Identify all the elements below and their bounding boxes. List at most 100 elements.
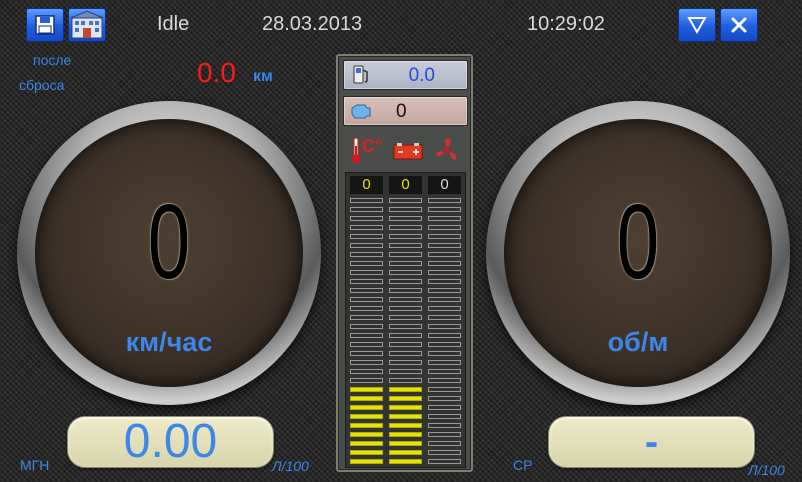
speed-value: 0 bbox=[147, 183, 191, 301]
temperature-bar-segment bbox=[350, 324, 383, 329]
fan-bar-segment bbox=[428, 216, 461, 221]
fan-bar-segment bbox=[428, 279, 461, 284]
center-panel: 0.0 0 C° 0 0 0 bbox=[336, 54, 473, 472]
fan-bar-segment bbox=[428, 270, 461, 275]
temperature-bar-segment bbox=[350, 306, 383, 311]
building-icon bbox=[70, 10, 104, 39]
dropdown-button[interactable] bbox=[678, 8, 716, 42]
fan-bar-segment bbox=[428, 369, 461, 374]
engine-icon bbox=[351, 104, 371, 119]
battery-bar-segment bbox=[389, 306, 422, 311]
fan-bar-segment bbox=[428, 441, 461, 446]
temperature-bar-segment bbox=[350, 459, 383, 464]
instant-consumption-unit: Л/100 bbox=[272, 458, 309, 474]
trip-label-line2: сброса bbox=[19, 77, 65, 93]
temperature-bar-segment bbox=[350, 423, 383, 428]
fan-bar-segment bbox=[428, 342, 461, 347]
fan-bar-segment bbox=[428, 351, 461, 356]
battery-bar-segment bbox=[389, 351, 422, 356]
rpm-value: 0 bbox=[616, 183, 660, 301]
battery-bar-segment bbox=[389, 324, 422, 329]
rpm-gauge: 0 об/м bbox=[486, 101, 790, 405]
battery-bar-value: 0 bbox=[389, 176, 422, 194]
fan-bar-segment bbox=[428, 306, 461, 311]
battery-bar-segment bbox=[389, 387, 422, 392]
battery-bar-segment bbox=[389, 441, 422, 446]
instant-consumption-value: 0.00 bbox=[123, 415, 218, 468]
temperature-bar-segment bbox=[350, 378, 383, 383]
temperature-bar-segment bbox=[350, 405, 383, 410]
battery-bar-segment bbox=[389, 216, 422, 221]
fan-bar-segment bbox=[428, 414, 461, 419]
fan-bar-segment bbox=[428, 396, 461, 401]
battery-bar-segment bbox=[389, 360, 422, 365]
temperature-bar-segment bbox=[350, 432, 383, 437]
battery-bar-segment bbox=[389, 279, 422, 284]
fan-bar-segment bbox=[428, 378, 461, 383]
battery-bar-segment bbox=[389, 297, 422, 302]
battery-bar-segment bbox=[389, 252, 422, 257]
temperature-bar-segment bbox=[350, 369, 383, 374]
temperature-bar-segment bbox=[350, 450, 383, 455]
fan-bar-value: 0 bbox=[428, 176, 461, 194]
date-text: 28.03.2013 bbox=[262, 13, 363, 35]
fan-bar-segment bbox=[428, 423, 461, 428]
speed-gauge: 0 км/час bbox=[17, 101, 321, 405]
temperature-bar-segment bbox=[350, 333, 383, 338]
battery-bar-segment bbox=[389, 432, 422, 437]
average-consumption-display: - bbox=[548, 416, 755, 468]
rpm-unit: об/м bbox=[607, 327, 669, 357]
temperature-bar-segment bbox=[350, 252, 383, 257]
engine-field: 0 bbox=[343, 96, 468, 126]
close-button[interactable] bbox=[720, 8, 758, 42]
temperature-bar-segment bbox=[350, 288, 383, 293]
engine-value: 0 bbox=[396, 101, 407, 122]
triangle-down-icon bbox=[687, 17, 707, 34]
temperature-bar-segment bbox=[350, 396, 383, 401]
fan-bar-segment bbox=[428, 315, 461, 320]
temperature-bar-segment bbox=[350, 279, 383, 284]
fan-bar-segment bbox=[428, 432, 461, 437]
temperature-bar-segment bbox=[350, 261, 383, 266]
average-consumption-label: СР bbox=[513, 457, 533, 473]
temperature-bar-segment bbox=[350, 351, 383, 356]
temperature-bar-segment bbox=[350, 234, 383, 239]
time-text: 10:29:02 bbox=[527, 13, 605, 35]
battery-bar-segment bbox=[389, 243, 422, 248]
average-consumption-unit: Л/100 bbox=[748, 462, 785, 478]
speed-unit: км/час bbox=[125, 327, 213, 357]
speed-gauge-face: 0 км/час bbox=[35, 119, 303, 387]
save-button[interactable] bbox=[26, 8, 64, 42]
building-button[interactable] bbox=[68, 8, 106, 42]
fan-bar-segment bbox=[428, 324, 461, 329]
average-consumption-value: - bbox=[644, 420, 659, 464]
fuel-pump-icon bbox=[353, 65, 368, 84]
fan-bar-segment bbox=[428, 252, 461, 257]
indicator-bars: 0 0 0 bbox=[345, 172, 466, 468]
temperature-bar-segment bbox=[350, 387, 383, 392]
temperature-bar-segment bbox=[350, 216, 383, 221]
battery-bar-segment bbox=[389, 207, 422, 212]
fuel-field: 0.0 bbox=[343, 60, 468, 90]
battery-bar-segment bbox=[389, 225, 422, 230]
temperature-bar-segment bbox=[350, 198, 383, 203]
fan-bar-segment bbox=[428, 207, 461, 212]
temp-symbol: C° bbox=[362, 136, 383, 156]
temperature-bar-segment bbox=[350, 207, 383, 212]
temperature-bar-value: 0 bbox=[350, 176, 383, 194]
battery-bar-segment bbox=[389, 198, 422, 203]
fan-icon bbox=[436, 138, 457, 160]
battery-bar-segment bbox=[389, 342, 422, 347]
temperature-bar-segment bbox=[350, 360, 383, 365]
instant-consumption-display: 0.00 bbox=[67, 416, 274, 468]
battery-bar-segment bbox=[389, 450, 422, 455]
fan-bar-segment bbox=[428, 360, 461, 365]
battery-bar-segment bbox=[389, 423, 422, 428]
fan-bar-segment bbox=[428, 459, 461, 464]
temperature-bar-segment bbox=[350, 225, 383, 230]
battery-bar-segment bbox=[389, 369, 422, 374]
battery-bar-segment bbox=[389, 396, 422, 401]
close-x-icon bbox=[731, 17, 747, 33]
fan-bar-segment bbox=[428, 243, 461, 248]
battery-bar-segment bbox=[389, 333, 422, 338]
